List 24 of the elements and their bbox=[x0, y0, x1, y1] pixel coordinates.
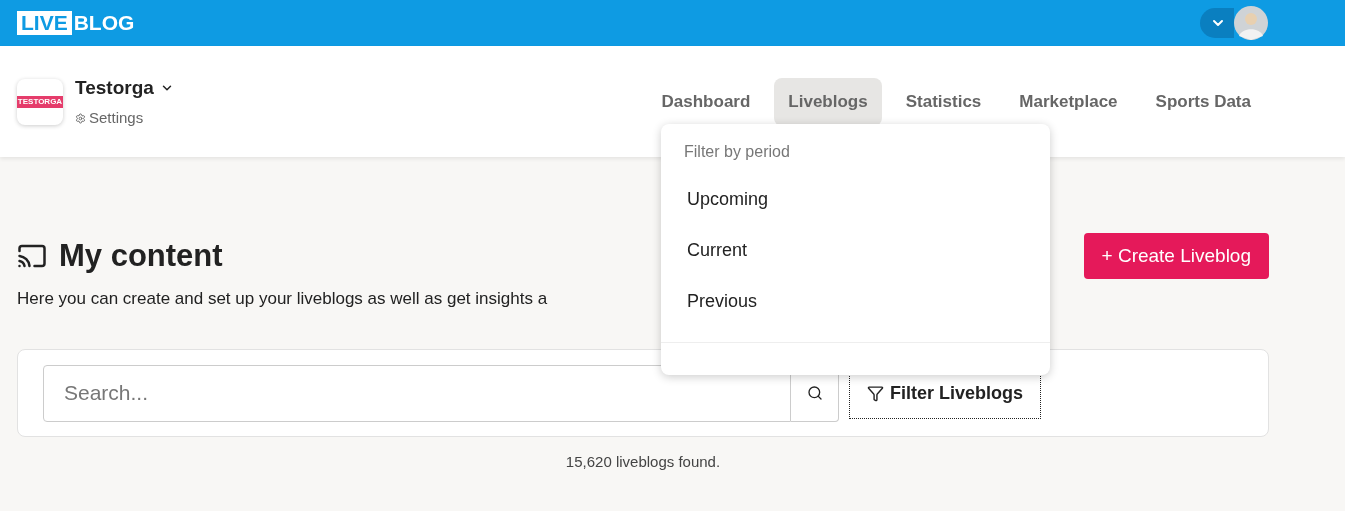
org-switcher[interactable]: Testorga bbox=[75, 73, 174, 102]
dropdown-item[interactable]: Previous bbox=[661, 276, 1050, 327]
filter-icon bbox=[867, 384, 884, 402]
page-description: Here you can create and set up your liveblogs as well as get insights a bbox=[17, 287, 548, 310]
create-liveblog-button[interactable]: + Create Liveblog bbox=[1083, 233, 1269, 280]
search-field[interactable]: Search... bbox=[43, 364, 791, 422]
org-logo-text: TESTORGA bbox=[16, 95, 64, 108]
nav-tab[interactable]: Sports Data bbox=[1141, 77, 1265, 126]
account-menu-button[interactable] bbox=[1200, 8, 1234, 38]
dropdown-item[interactable]: Current bbox=[661, 225, 1050, 276]
avatar-icon[interactable] bbox=[1234, 6, 1268, 40]
result-count: 15,620 liveblogs found. bbox=[564, 452, 722, 472]
page-title: My content bbox=[59, 237, 223, 275]
dropdown-heading: Filter by period bbox=[684, 142, 791, 162]
settings-icon bbox=[75, 112, 86, 124]
nav-tab[interactable]: Marketplace bbox=[1005, 77, 1132, 126]
dropdown-item[interactable]: Upcoming bbox=[661, 174, 1050, 225]
logo-text: BLOG bbox=[73, 13, 135, 33]
nav-tab[interactable]: Liveblogs bbox=[774, 77, 882, 126]
settings-link[interactable]: Settings bbox=[75, 107, 174, 130]
search-icon bbox=[806, 385, 823, 401]
nav-tab[interactable]: Dashboard bbox=[647, 77, 765, 126]
nav-tab[interactable]: Statistics bbox=[891, 77, 996, 126]
logo-boxed-text: LIVE bbox=[17, 11, 72, 35]
